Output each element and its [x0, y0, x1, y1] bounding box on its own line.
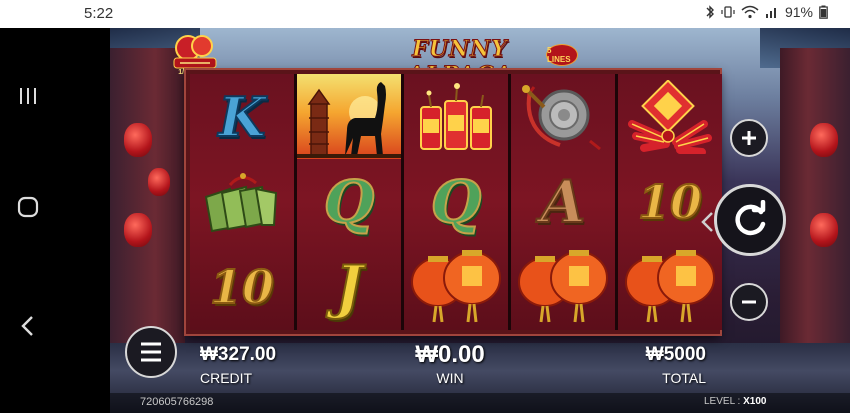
- plus-icon: [742, 131, 756, 145]
- level-label: LEVEL :: [704, 396, 741, 407]
- spin-button[interactable]: [714, 184, 786, 256]
- level-indicator: LEVEL : X100: [704, 396, 766, 407]
- reel-cell: Q: [297, 159, 401, 244]
- symbol-letter: Q: [323, 167, 376, 236]
- reel-cell: [297, 74, 401, 159]
- building-left: [110, 48, 185, 348]
- reel-1: K 10: [190, 74, 294, 330]
- reel-cell: [190, 159, 294, 244]
- reel-cell: 10: [190, 244, 294, 329]
- bluetooth-icon: [706, 5, 714, 19]
- navigation-bar: [0, 28, 110, 413]
- total-bet-value: ₩5000: [645, 344, 706, 365]
- background-lantern: [810, 123, 838, 157]
- wifi-icon: [741, 5, 759, 19]
- increase-bet-button[interactable]: [730, 119, 768, 157]
- symbol-letter: J: [334, 252, 363, 321]
- recent-apps-icon[interactable]: [12, 80, 44, 112]
- signal-icon: [765, 8, 776, 18]
- reel-4: A: [511, 74, 615, 330]
- back-icon[interactable]: [12, 310, 44, 342]
- reel-cell: K: [190, 74, 294, 159]
- reel-cell: A: [511, 159, 615, 244]
- credit-value: ₩327.00: [200, 344, 277, 365]
- green-fan-symbol: [204, 172, 278, 232]
- lines-badge: 5 LINES: [546, 44, 578, 66]
- reel-cell: J: [297, 244, 401, 329]
- reel-frame: K 10 Q J Q A 10: [186, 70, 722, 334]
- total-bet-label: TOTAL: [662, 370, 706, 386]
- alpaca-pagoda-symbol: [297, 82, 401, 158]
- menu-button[interactable]: [125, 326, 177, 378]
- firework-bundle-symbol: [628, 79, 712, 154]
- reel-cell: [404, 74, 508, 159]
- status-time: 5:22: [84, 5, 114, 22]
- status-bar: 5:22 91%: [0, 0, 850, 28]
- vibrate-icon: [721, 6, 735, 18]
- reel-cell: [404, 244, 508, 329]
- reel-cell: [618, 74, 722, 159]
- building-right: [780, 48, 850, 348]
- firecracker-symbol: [420, 82, 492, 150]
- gong-symbol: [522, 84, 601, 150]
- background-lantern: [124, 213, 152, 247]
- screen: 5:22 91% FUNNY 5 LINES K 10 Q J Q A 10 ₩…: [0, 0, 850, 413]
- lantern-symbol: [411, 249, 501, 322]
- reel-cell: [511, 244, 615, 329]
- reel-cell: Q: [404, 159, 508, 244]
- background-lantern: [148, 168, 170, 196]
- symbol-letter: Q: [430, 167, 483, 236]
- reel-cell: [511, 74, 615, 159]
- status-icons: 91%: [705, 4, 828, 20]
- symbol-letter: K: [218, 84, 267, 149]
- background-lantern: [124, 123, 152, 157]
- minus-icon: [742, 300, 756, 304]
- battery-icon: [819, 5, 828, 19]
- game-logo: FUNNY ALPACA 5 LINES: [360, 36, 578, 89]
- battery-percent: 91%: [784, 4, 813, 20]
- reel-2: Q J: [297, 74, 401, 330]
- game-round-id: 720605766298: [140, 396, 214, 408]
- symbol-letter: 10: [209, 259, 275, 314]
- credit-label: CREDIT: [200, 370, 253, 386]
- level-value: X100: [743, 396, 767, 407]
- lantern-symbol: [625, 249, 715, 322]
- win-value: ₩0.00: [415, 341, 485, 368]
- chevron-left-icon: [701, 212, 713, 232]
- win-label: WIN: [436, 370, 464, 386]
- background-lantern: [810, 213, 838, 247]
- game-canvas: 1/23 - 2/20 FUNNY ALPACA 5 LINES K: [110, 28, 850, 413]
- home-icon[interactable]: [12, 191, 44, 223]
- menu-icon: [141, 342, 161, 362]
- symbol-letter: A: [539, 167, 586, 236]
- reel-5: 10: [618, 74, 722, 330]
- decrease-bet-button[interactable]: [730, 283, 768, 321]
- reel-cell: [618, 244, 722, 329]
- reel-3: Q: [404, 74, 508, 330]
- lantern-symbol: [518, 249, 608, 322]
- symbol-letter: 10: [637, 174, 703, 229]
- spin-icon: [735, 200, 766, 236]
